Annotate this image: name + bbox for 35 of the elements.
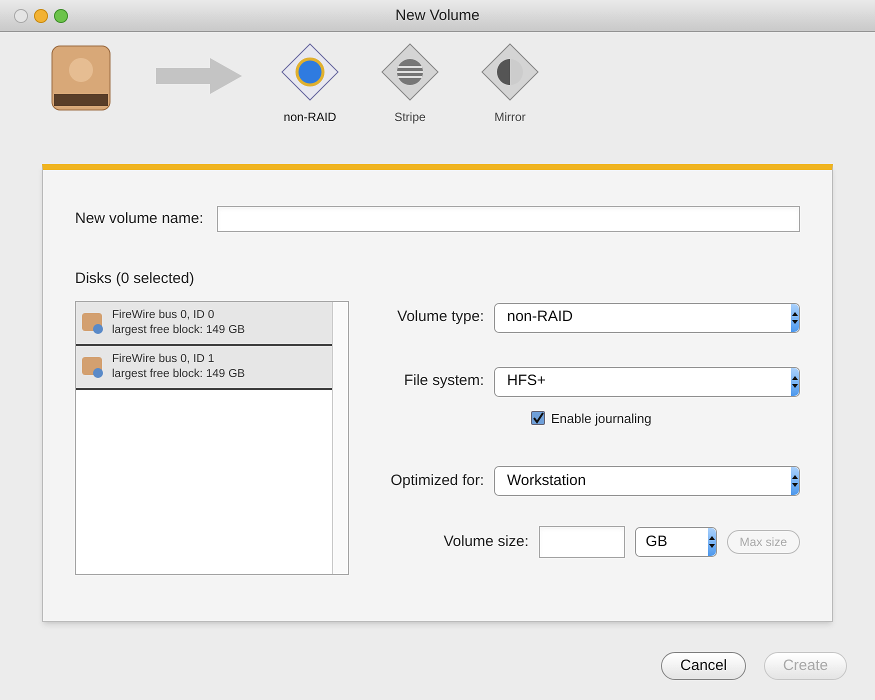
disk-detail: largest free block: 149 GB xyxy=(112,366,245,382)
checkbox[interactable] xyxy=(531,411,545,426)
window-title: New Volume xyxy=(395,6,480,24)
dropdown[interactable]: HFS+ xyxy=(494,366,800,396)
checkbox-label: Enable journaling xyxy=(551,410,652,428)
stepper-icon xyxy=(791,467,799,495)
stepper-icon xyxy=(791,368,799,396)
raid-type-option[interactable]: Stripe xyxy=(370,42,450,126)
disk-detail: largest free block: 149 GB xyxy=(112,322,245,338)
field-label: Volume size: xyxy=(444,532,529,552)
arrow-icon xyxy=(154,56,244,96)
stepper-icon xyxy=(708,528,716,556)
field-label: New volume name: xyxy=(75,208,204,229)
zoom-button[interactable] xyxy=(54,8,68,22)
section-label: Disks (0 selected) xyxy=(75,269,196,289)
unit-dropdown[interactable]: GB xyxy=(634,527,717,557)
volume-name-field[interactable] xyxy=(217,206,800,232)
close-button[interactable] xyxy=(14,8,28,22)
globe-icon xyxy=(280,42,340,102)
disk-row[interactable]: FireWire bus 0, ID 1 largest free block: 149 GB xyxy=(76,346,332,390)
volume-size-field[interactable] xyxy=(538,526,625,558)
dropdown[interactable]: non-RAID xyxy=(494,302,800,332)
disk-name: FireWire bus 0, ID 1 xyxy=(112,352,216,366)
field-label: File system: xyxy=(404,371,484,392)
scrollbar[interactable] xyxy=(332,302,348,574)
dropdown[interactable]: Workstation xyxy=(494,466,800,496)
dialog-button[interactable]: Cancel xyxy=(661,652,746,680)
raid-type-option[interactable]: Mirror xyxy=(470,42,550,126)
disk-name: FireWire bus 0, ID 0 xyxy=(112,308,216,322)
field-label: Volume type: xyxy=(397,307,484,328)
minimize-button[interactable] xyxy=(34,8,48,22)
raid-type-option[interactable]: non-RAID xyxy=(270,42,350,126)
disk-row[interactable]: FireWire bus 0, ID 0 largest free block: 149 GB xyxy=(76,302,332,346)
field-label: Optimized for: xyxy=(390,470,484,491)
stepper-icon xyxy=(791,304,799,332)
